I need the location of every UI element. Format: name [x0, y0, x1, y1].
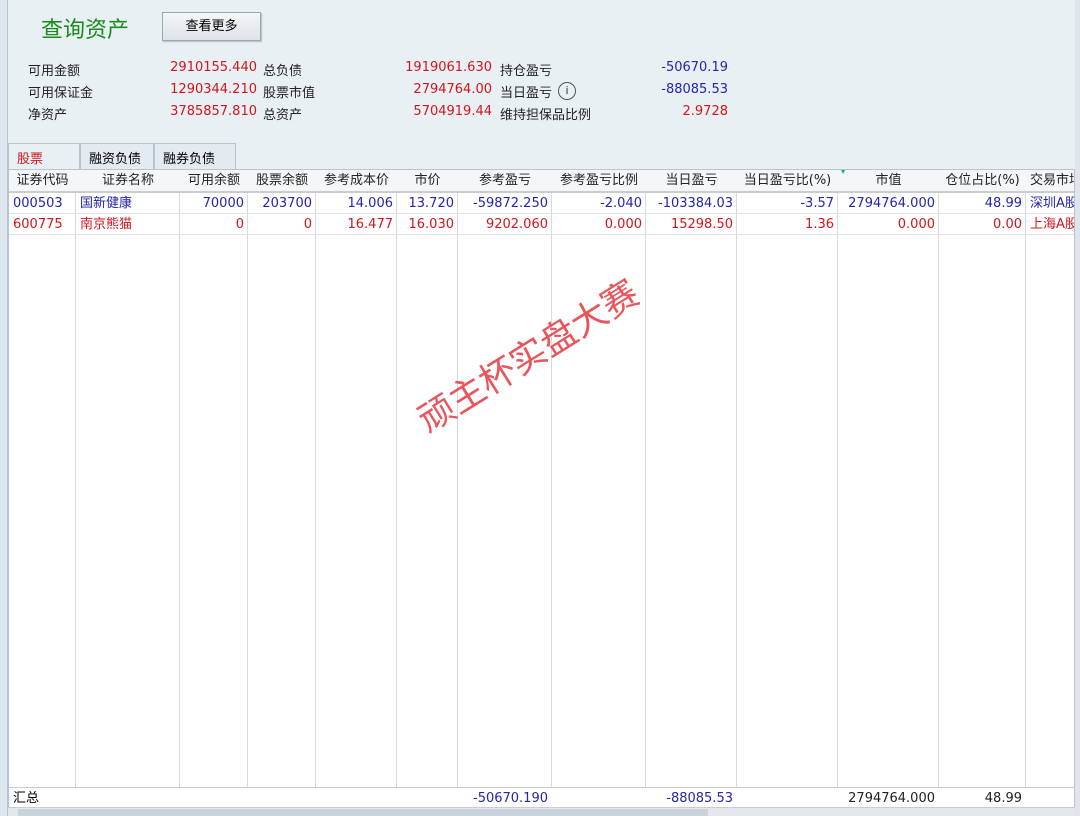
table-cell: 国新健康	[80, 196, 133, 211]
table-cell: 15298.50	[670, 217, 733, 232]
table-cell: 16.477	[347, 217, 394, 232]
table-cell: 600775	[13, 217, 63, 232]
summary-label: 维持担保品比例	[500, 108, 592, 123]
table-cell: 203700	[262, 196, 312, 211]
tab-short-debt[interactable]: 融券负债	[154, 143, 236, 170]
summary-value: 3785857.810	[170, 104, 257, 119]
total-cell: 48.99	[984, 791, 1022, 806]
table-cell: -2.040	[600, 196, 642, 211]
table-cell: 0.000	[897, 217, 935, 232]
table-cell: 000503	[13, 196, 63, 211]
total-cell: -50670.190	[473, 791, 548, 806]
summary-value: 5704919.44	[413, 104, 492, 119]
column-divider	[646, 170, 737, 807]
table-cell: 0	[303, 217, 312, 232]
column-header[interactable]: 股票余额	[248, 170, 316, 192]
scrollbar-thumb[interactable]	[18, 809, 708, 816]
summary-label: 股票市值	[263, 86, 316, 101]
column-header[interactable]: 交易市场	[1026, 170, 1074, 192]
table-cell: -3.57	[800, 196, 834, 211]
holdings-table: 证券代码 证券名称 可用余额 股票余额 参考成本价 市价 参考盈亏 参考盈亏比例 当日盈亏 当日盈…	[8, 169, 1075, 808]
column-divider	[9, 170, 76, 807]
tab-stocks[interactable]: 股票	[8, 143, 80, 170]
horizontal-scrollbar[interactable]	[8, 807, 1075, 816]
column-header[interactable]: 参考成本价	[316, 170, 397, 192]
table-row[interactable]: 000503 国新健康 70000 203700 14.006 13.720 -59872.…	[9, 193, 1075, 214]
column-divider	[458, 170, 552, 807]
summary-label: 可用保证金	[28, 86, 94, 101]
column-divider	[180, 170, 248, 807]
summary-label: 持仓盈亏	[500, 64, 553, 79]
total-row[interactable]: 汇总 -50670.190 -88085.53 2794764.000 48.99	[9, 787, 1074, 807]
info-icon[interactable]: i	[558, 82, 576, 100]
table-cell: -103384.03	[658, 196, 733, 211]
summary-label: 总资产	[263, 108, 303, 123]
left-border	[0, 0, 8, 816]
summary-label: 当日盈亏	[500, 86, 553, 101]
column-divider	[397, 170, 458, 807]
column-divider	[1026, 170, 1074, 807]
table-cell: 1.36	[805, 217, 834, 232]
column-divider	[316, 170, 397, 807]
total-cell: -88085.53	[666, 791, 733, 806]
column-divider	[552, 170, 646, 807]
summary-value: -88085.53	[661, 82, 728, 97]
summary-value: 1919061.630	[405, 60, 492, 75]
column-divider	[939, 170, 1026, 807]
summary-label: 净资产	[28, 108, 68, 123]
column-divider	[76, 170, 180, 807]
tab-margin-debt[interactable]: 融资负债	[80, 143, 154, 170]
summary-value: -50670.19	[661, 60, 728, 75]
column-header[interactable]: 证券代码	[9, 170, 76, 192]
table-cell: 16.030	[408, 217, 455, 232]
table-cell: 2794764.000	[848, 196, 935, 211]
table-cell: 南京熊猫	[80, 217, 133, 232]
column-header[interactable]: 可用余额	[180, 170, 248, 192]
table-cell: -59872.250	[473, 196, 548, 211]
table-cell: 上海A股	[1030, 217, 1075, 232]
summary-value: 1290344.210	[170, 82, 257, 97]
column-divider	[737, 170, 838, 807]
column-header[interactable]: 仓位占比(%)	[939, 170, 1026, 192]
column-divider	[838, 170, 939, 807]
table-cell: 13.720	[408, 196, 455, 211]
summary-label: 可用金额	[28, 64, 81, 79]
summary-value: 2910155.440	[170, 60, 257, 75]
page-title: 查询资产	[41, 18, 130, 43]
summary-value: 2.9728	[682, 104, 729, 119]
table-cell: 48.99	[984, 196, 1022, 211]
column-header[interactable]: 参考盈亏	[458, 170, 552, 192]
table-cell: 14.006	[347, 196, 394, 211]
table-cell: 0	[235, 217, 244, 232]
column-header[interactable]: 当日盈亏比(%)	[737, 170, 838, 192]
vertical-scrollbar[interactable]	[1075, 0, 1080, 816]
table-header: 证券代码 证券名称 可用余额 股票余额 参考成本价 市价 参考盈亏 参考盈亏比例 当日盈亏 当日盈…	[9, 169, 1074, 193]
table-cell: 深圳A股	[1030, 196, 1075, 211]
table-cell: 9202.060	[485, 217, 548, 232]
column-header[interactable]: 市值	[838, 170, 939, 192]
column-header[interactable]: 参考盈亏比例	[552, 170, 646, 192]
summary-value: 2794764.00	[413, 82, 492, 97]
column-header[interactable]: 当日盈亏	[646, 170, 737, 192]
view-more-button[interactable]: 查看更多	[162, 12, 261, 41]
table-cell: 70000	[202, 196, 244, 211]
summary-label: 总负债	[263, 64, 303, 79]
total-cell: 2794764.000	[848, 791, 935, 806]
table-row[interactable]: 600775 南京熊猫 0 0 16.477 16.030 9202.060 0.000 152…	[9, 214, 1075, 235]
column-header[interactable]: 证券名称	[76, 170, 180, 192]
sort-icon: ▼	[840, 169, 847, 175]
column-divider	[248, 170, 316, 807]
table-cell: 0.00	[993, 217, 1022, 232]
column-header[interactable]: 市价	[397, 170, 458, 192]
total-label: 汇总	[13, 791, 40, 806]
table-cell: 0.000	[604, 217, 642, 232]
